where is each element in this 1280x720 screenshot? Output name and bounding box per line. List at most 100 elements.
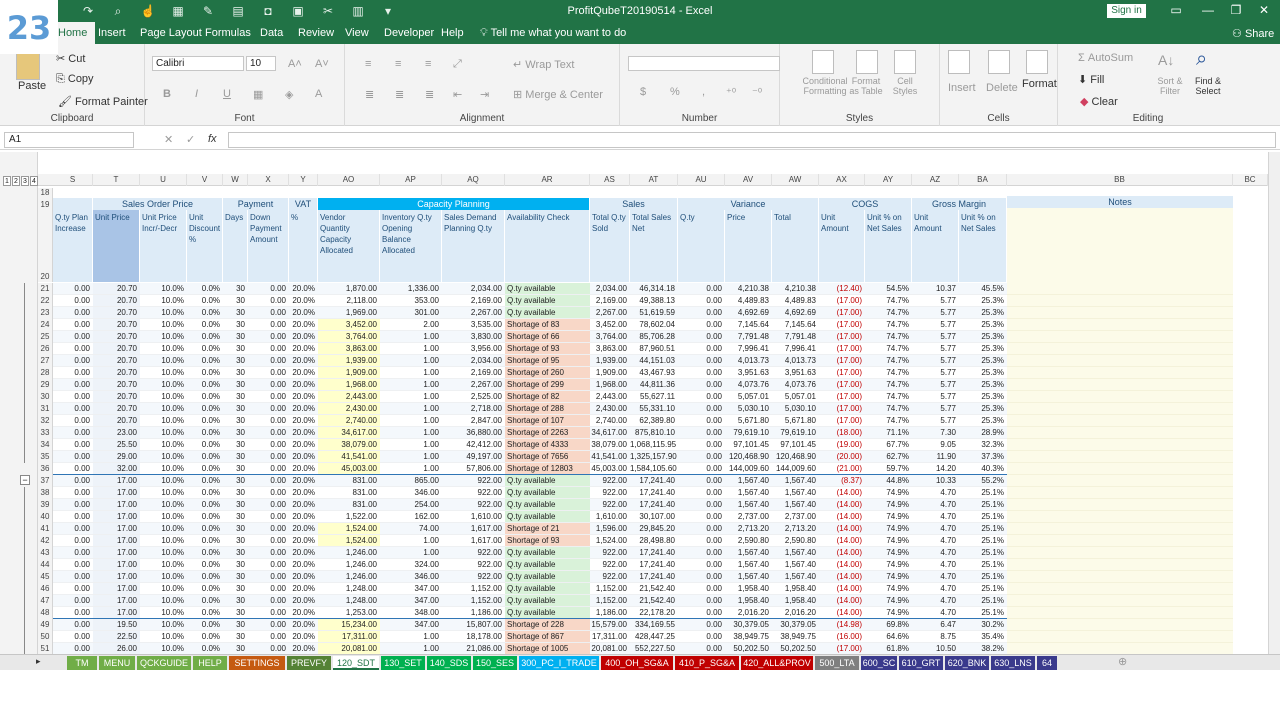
data-cell[interactable]: 5.77 [912, 319, 959, 331]
data-cell[interactable]: 8.75 [912, 631, 959, 643]
data-cell[interactable]: 25.1% [959, 511, 1007, 523]
data-cell[interactable]: 10.0% [140, 583, 187, 595]
data-cell[interactable]: 1,958.40 [725, 595, 772, 607]
data-cell[interactable]: 1,248.00 [318, 595, 380, 607]
name-box[interactable]: A1 [4, 132, 134, 148]
align-left-icon[interactable]: ≣ [365, 88, 374, 101]
data-cell[interactable]: Q.ty available [505, 283, 590, 295]
row-number[interactable]: 18 [38, 188, 53, 198]
data-cell[interactable]: 17,311.00 [318, 631, 380, 643]
notes-cell[interactable] [1007, 331, 1233, 343]
data-cell[interactable]: 20.0% [289, 487, 318, 499]
data-cell[interactable]: 353.00 [380, 295, 442, 307]
data-cell[interactable]: 4.70 [912, 487, 959, 499]
data-cell[interactable]: 17,241.40 [630, 547, 678, 559]
row-number[interactable]: 33 [38, 427, 53, 439]
data-cell[interactable]: 2,740.00 [318, 415, 380, 427]
sheet-tab-120-sdt[interactable]: 120_SDT [333, 656, 379, 670]
data-cell[interactable]: 30 [223, 307, 248, 319]
data-cell[interactable]: 0.0% [187, 631, 223, 643]
conditional-formatting-icon[interactable] [812, 50, 834, 74]
data-cell[interactable]: 10.0% [140, 499, 187, 511]
data-cell[interactable]: (17.00) [819, 403, 865, 415]
row-number[interactable]: 21 [38, 283, 53, 295]
italic-icon[interactable]: I [195, 88, 198, 100]
data-cell[interactable]: 0.00 [53, 343, 93, 355]
data-cell[interactable]: 74.9% [865, 535, 912, 547]
picture-icon[interactable]: ▣ [290, 3, 306, 19]
data-cell[interactable]: 20.0% [289, 535, 318, 547]
data-cell[interactable]: 2,267.00 [442, 307, 505, 319]
column-header[interactable]: X [248, 174, 289, 186]
data-cell[interactable]: 30.2% [959, 619, 1007, 631]
data-cell[interactable]: 1,968.00 [590, 379, 630, 391]
data-cell[interactable]: Q.ty available [505, 295, 590, 307]
data-cell[interactable]: 5.77 [912, 391, 959, 403]
data-cell[interactable]: 1,325,157.90 [630, 451, 678, 463]
data-cell[interactable]: 20.70 [93, 379, 140, 391]
sheet-tab-settings[interactable]: SETTINGS [229, 656, 285, 670]
data-cell[interactable]: 865.00 [380, 475, 442, 487]
data-cell[interactable]: 0.00 [248, 523, 289, 535]
data-cell[interactable]: 38,079.00 [590, 439, 630, 451]
data-cell[interactable]: 20.0% [289, 475, 318, 487]
data-cell[interactable]: 62.7% [865, 451, 912, 463]
sheet-tab-610-grt[interactable]: 610_GRT [899, 656, 943, 670]
comma-button[interactable]: , [702, 86, 705, 98]
data-cell[interactable]: 25.1% [959, 583, 1007, 595]
data-cell[interactable]: 25.3% [959, 403, 1007, 415]
data-cell[interactable]: 20.70 [93, 343, 140, 355]
data-cell[interactable]: 2,169.00 [590, 295, 630, 307]
data-cell[interactable]: 69.8% [865, 619, 912, 631]
column-header[interactable]: BA [959, 174, 1007, 186]
notes-cell[interactable] [1007, 475, 1233, 487]
data-cell[interactable]: 428,447.25 [630, 631, 678, 643]
data-cell[interactable]: 0.00 [248, 619, 289, 631]
data-cell[interactable]: 0.00 [248, 475, 289, 487]
data-cell[interactable]: 30 [223, 379, 248, 391]
column-header[interactable]: AO [318, 174, 380, 186]
data-cell[interactable]: 0.00 [53, 559, 93, 571]
data-cell[interactable]: 2,267.00 [442, 379, 505, 391]
wrap-text-button[interactable]: ↵ Wrap Text [513, 58, 574, 71]
data-cell[interactable]: 1,968.00 [318, 379, 380, 391]
data-cell[interactable]: 17,241.40 [630, 475, 678, 487]
data-cell[interactable]: 4,489.83 [772, 295, 819, 307]
data-cell[interactable]: 7,145.64 [772, 319, 819, 331]
data-cell[interactable]: 4,210.38 [772, 283, 819, 295]
data-cell[interactable]: (17.00) [819, 391, 865, 403]
data-cell[interactable]: 10.0% [140, 319, 187, 331]
row-number[interactable]: 20 [38, 210, 53, 282]
data-cell[interactable]: 5.77 [912, 403, 959, 415]
data-cell[interactable]: 0.00 [53, 475, 93, 487]
notes-cell[interactable] [1007, 451, 1233, 463]
data-cell[interactable]: 0.0% [187, 451, 223, 463]
data-cell[interactable]: 0.00 [248, 391, 289, 403]
data-cell[interactable]: 25.1% [959, 547, 1007, 559]
row-number[interactable]: 34 [38, 439, 53, 451]
data-cell[interactable]: 17,241.40 [630, 499, 678, 511]
data-cell[interactable]: 1.00 [380, 427, 442, 439]
data-cell[interactable]: 10.0% [140, 415, 187, 427]
data-cell[interactable]: 1.00 [380, 547, 442, 559]
data-cell[interactable]: 0.00 [248, 427, 289, 439]
notes-cell[interactable] [1007, 439, 1233, 451]
data-cell[interactable]: 1,246.00 [318, 559, 380, 571]
data-cell[interactable]: 1,567.40 [725, 475, 772, 487]
data-cell[interactable]: 0.0% [187, 319, 223, 331]
data-cell[interactable]: 3,951.63 [772, 367, 819, 379]
data-cell[interactable]: 922.00 [590, 559, 630, 571]
data-cell[interactable]: 30 [223, 559, 248, 571]
data-cell[interactable]: 28.9% [959, 427, 1007, 439]
data-cell[interactable]: 25.3% [959, 319, 1007, 331]
data-cell[interactable]: 2,034.00 [590, 283, 630, 295]
data-cell[interactable]: 0.00 [53, 535, 93, 547]
data-cell[interactable]: 922.00 [442, 571, 505, 583]
data-cell[interactable]: 0.00 [678, 295, 725, 307]
autosum-button[interactable]: Σ AutoSum [1078, 52, 1133, 64]
notes-cell[interactable] [1007, 367, 1233, 379]
notes-cell[interactable] [1007, 319, 1233, 331]
data-cell[interactable]: 4.70 [912, 571, 959, 583]
data-cell[interactable]: 7.30 [912, 427, 959, 439]
data-cell[interactable]: 5.77 [912, 355, 959, 367]
